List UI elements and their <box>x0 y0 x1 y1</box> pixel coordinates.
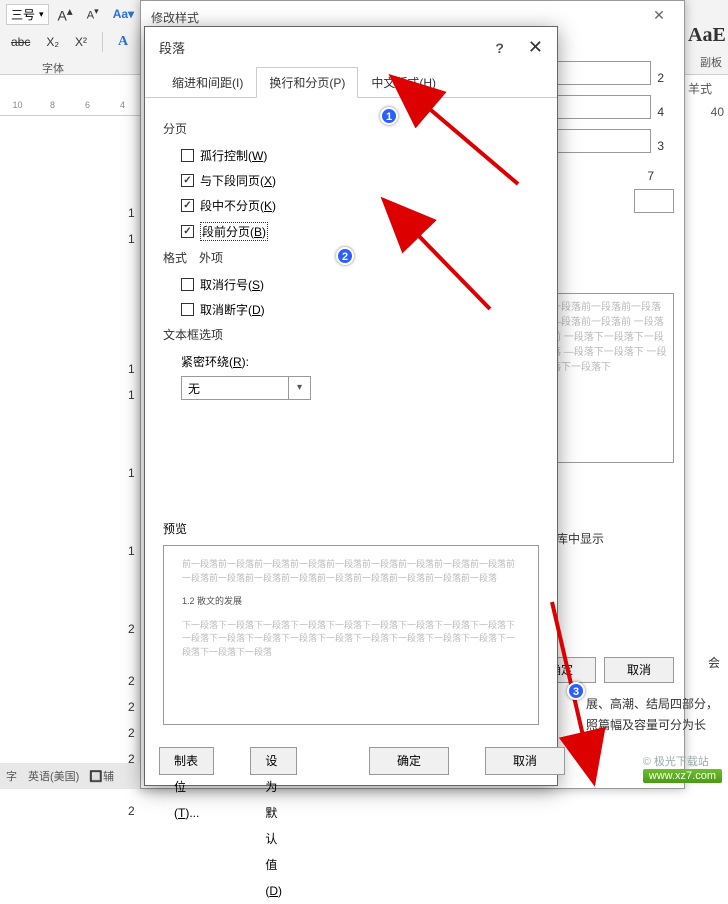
watermark-top: © 极光下载站 <box>643 753 722 769</box>
tab-asian[interactable]: 中文版式(H) <box>358 67 449 98</box>
hui-char: 会 <box>708 654 720 671</box>
checkbox-icon <box>181 149 194 162</box>
ruler: 10864 <box>0 100 140 116</box>
tab-indent-spacing[interactable]: 缩进和间距(I) <box>159 67 256 98</box>
cancel-button[interactable]: 取消 <box>485 747 565 775</box>
text-chu: 出 <box>544 483 674 507</box>
checkbox-dont-hyphenate[interactable]: 取消断字(D) <box>181 301 539 318</box>
combo-2[interactable] <box>544 95 651 119</box>
callout-badge-1: 1 <box>380 107 398 125</box>
subscript-button[interactable]: X₂ <box>41 32 64 52</box>
decrease-font-button[interactable]: A▾ <box>82 3 104 25</box>
watermark-bottom: www.xz7.com <box>643 769 722 783</box>
close-icon[interactable]: ✕ <box>644 7 674 27</box>
preview-dark: 1.2 散文的发展 <box>182 595 520 609</box>
section-textbox-options: 文本框选项 <box>163 326 539 343</box>
callout-badge-3: 3 <box>567 682 585 700</box>
font-size-value: 三号 <box>11 6 35 23</box>
checkbox-keep-lines-together[interactable]: 段中不分页(K) <box>181 197 539 214</box>
checkbox-widow-control[interactable]: 孤行控制(W) <box>181 147 539 164</box>
clear-format-button[interactable]: Aa▾ <box>108 4 139 24</box>
combo-1[interactable] <box>544 61 651 85</box>
preview-label: 预览 <box>163 520 539 537</box>
combo-small[interactable] <box>634 189 674 213</box>
paragraph-title: 段落 <box>159 38 185 57</box>
checkbox-icon <box>181 303 194 316</box>
preview-light-2: 下一段落下一段落下一段落下一段落下一段落下一段落下一段落下一段落下一段落下一段落… <box>182 619 520 660</box>
checkbox-icon <box>181 225 194 238</box>
style-gallery-sub: 副板 <box>700 54 722 70</box>
num-40: 40 <box>711 105 724 119</box>
checkbox-icon <box>181 278 194 291</box>
document-body-text: 展、高潮、结局四部分， 照篇幅及容量可分为长 <box>586 694 718 735</box>
ok-button[interactable]: 确定 <box>369 747 449 775</box>
status-language[interactable]: 字 英语(美国) <box>6 768 79 784</box>
status-bar: 字 英语(美国) 🔲辅 <box>0 763 140 789</box>
tight-wrap-select[interactable]: 无 ▾ <box>181 376 311 400</box>
label-tight-wrap: 紧密环绕(R): <box>181 353 539 370</box>
tabs-button[interactable]: 制表位(T)... <box>159 747 214 775</box>
close-icon[interactable]: ✕ <box>528 37 543 58</box>
modify-style-title: 修改样式 <box>151 9 199 26</box>
help-icon[interactable]: ? <box>495 40 504 56</box>
ribbon-group-font: 字体 <box>40 58 66 78</box>
checkbox-icon <box>181 174 194 187</box>
paragraph-titlebar: 段落 ? ✕ <box>145 27 557 68</box>
tight-wrap-value: 无 <box>182 377 288 399</box>
section-pagination: 分页 <box>163 120 539 137</box>
tabstrip: 缩进和间距(I) 换行和分页(P) 中文版式(H) <box>145 68 557 98</box>
chevron-down-icon: ▾ <box>288 377 310 399</box>
superscript-button[interactable]: X² <box>70 32 92 52</box>
strikethrough-button[interactable]: abc <box>6 32 35 52</box>
modify-preview-box: 一段落前一段落前一段落 —段落前一段落前 一段落前 一段落下一段落下一段落 —段… <box>544 293 674 463</box>
font-outline-button[interactable]: A <box>113 31 133 53</box>
paragraph-dialog: 段落 ? ✕ 缩进和间距(I) 换行和分页(P) 中文版式(H) 分页 孤行控制… <box>144 26 558 786</box>
tab-line-page-breaks[interactable]: 换行和分页(P) <box>256 67 358 98</box>
font-size-combo[interactable]: 三号 ▾ <box>6 4 49 25</box>
increase-font-button[interactable]: A▴ <box>53 1 78 27</box>
preview-box: 前一段落前一段落前一段落前一段落前一段落前一段落前一段落前一段落前一段落前一段落… <box>163 545 539 725</box>
checkbox-keep-with-next[interactable]: 与下段同页(X) <box>181 172 539 189</box>
modify-cancel-button[interactable]: 取消 <box>604 657 674 683</box>
text-sku: 式库中显示 <box>544 527 674 551</box>
set-default-button[interactable]: 设为默认值(D) <box>250 747 297 775</box>
preview-light-1: 前一段落前一段落前一段落前一段落前一段落前一段落前一段落前一段落前一段落前一段落… <box>182 558 520 585</box>
checkbox-suppress-line-numbers[interactable]: 取消行号(S) <box>181 276 539 293</box>
checkbox-icon <box>181 199 194 212</box>
callout-badge-2: 2 <box>336 247 354 265</box>
style-gallery-sample[interactable]: AaE <box>688 24 728 47</box>
combo-3[interactable] <box>544 129 651 153</box>
left-margin-numbers: 1111112222222 <box>128 200 135 824</box>
checkbox-page-break-before[interactable]: 段前分页(B) <box>181 222 539 241</box>
status-assist[interactable]: 🔲辅 <box>89 768 114 784</box>
styles-group-label: 羊式 <box>688 80 712 97</box>
watermark: © 极光下载站 www.xz7.com <box>643 753 722 783</box>
